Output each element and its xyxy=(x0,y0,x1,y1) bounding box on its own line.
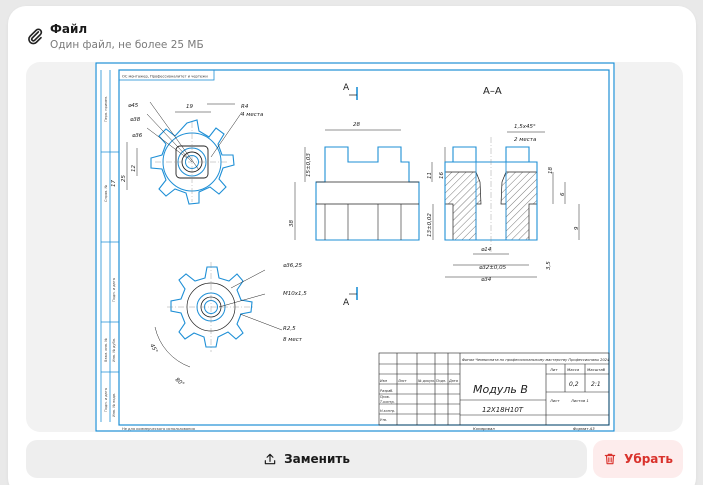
replace-label: Заменить xyxy=(284,452,350,466)
dim-d32: ⌀32±0,05 xyxy=(479,265,507,271)
tb-format: Формат A3 xyxy=(573,426,595,431)
tb-col-lit: Лит xyxy=(549,367,558,372)
header-note: ОС монтажер, Профессионалитет и чертежи xyxy=(122,75,208,79)
dim-h18: 18 xyxy=(548,167,554,174)
dim-h11: 11 xyxy=(427,172,433,179)
file-title: Файл xyxy=(50,22,88,36)
tb-row-2: № докум. xyxy=(417,379,435,383)
tb-material: 12Х18Н10Т xyxy=(482,406,524,414)
tb-col-scale: Масштаб xyxy=(587,367,606,372)
dim-chamfer-note: 2 места xyxy=(514,137,537,143)
dim-h9: 9 xyxy=(574,226,580,230)
tb-col-mass: Масса xyxy=(567,367,580,372)
drawing-sheet: ОС монтажер, Профессионалитет и чертежи … xyxy=(95,62,615,432)
side-note-3: Подп. и дата xyxy=(112,278,116,302)
tb-row-1: Лист xyxy=(397,379,408,383)
tb-row-6: Пров. xyxy=(380,395,390,399)
side-note-5: Взам. инв. № xyxy=(104,338,108,362)
tb-row-3: Подп. xyxy=(436,379,446,383)
tb-row-0: Изм xyxy=(380,379,387,383)
side-note-2: Справ. № xyxy=(104,185,108,202)
dim-d-outer: ⌀45 xyxy=(128,103,139,109)
tb-row-8: Н.контр. xyxy=(380,409,395,413)
section-label: A–A xyxy=(483,86,502,97)
dim-r25: R2,5 xyxy=(283,326,296,332)
tb-row-7: Т.контр. xyxy=(380,400,395,404)
dim-w28: 28 xyxy=(353,122,360,128)
remove-button[interactable]: Убрать xyxy=(593,440,683,478)
cut-label-top: A xyxy=(343,83,350,93)
tb-sheets: Листов 1 xyxy=(570,398,589,403)
trash-icon xyxy=(604,453,616,465)
upload-icon xyxy=(264,453,276,465)
dim-r4-note: 4 места xyxy=(241,112,264,118)
dim-left-17: 17 xyxy=(111,180,117,187)
dim-h16: 16 xyxy=(439,172,445,179)
dim-left-25: 25 xyxy=(121,175,127,182)
dim-width-19: 19 xyxy=(186,104,193,110)
dim-h13: 13±0,02 xyxy=(427,213,433,237)
side-note-7: Инв. № подл. xyxy=(112,393,116,417)
tb-row-9: Утв. xyxy=(380,418,387,422)
paperclip-icon xyxy=(28,28,43,45)
drawing-footer: Не для коммерческого использования xyxy=(122,427,195,431)
dim-r4: R4 xyxy=(241,104,249,110)
tb-mass: 0,2 xyxy=(569,381,579,388)
dim-d14: ⌀14 xyxy=(481,247,492,253)
dim-left-12: 12 xyxy=(131,165,137,172)
tb-org: Финал Чемпионата по профессиональному ма… xyxy=(462,358,610,362)
dim-chamfer: 1,5x45° xyxy=(514,124,536,130)
tb-sheet: Лист xyxy=(549,398,560,403)
tb-row-4: Дата xyxy=(448,379,458,383)
tb-copied: Копировал xyxy=(473,426,495,431)
dim-h35: 3,5 xyxy=(546,261,552,270)
side-note-1: Перв. примен. xyxy=(104,96,108,122)
remove-label: Убрать xyxy=(624,452,673,466)
dim-d-inner: ⌀36 xyxy=(132,133,143,139)
dim-d3625: ⌀36,25 xyxy=(283,263,303,269)
file-preview[interactable]: ОС монтажер, Профессионалитет и чертежи … xyxy=(26,62,683,432)
tb-row-5: Разраб. xyxy=(380,389,393,393)
file-subtitle: Один файл, не более 25 МБ xyxy=(50,39,204,51)
dim-thread: M10x1,5 xyxy=(283,291,307,297)
replace-button[interactable]: Заменить xyxy=(26,440,587,478)
dim-h6: 6 xyxy=(560,192,566,196)
dim-h38: 38 xyxy=(289,220,295,227)
side-note-6: Подп. и дата xyxy=(104,388,108,412)
tb-scale: 2:1 xyxy=(591,381,601,388)
dim-d-mid: ⌀38 xyxy=(130,117,141,123)
dim-h15: 15±0,03 xyxy=(306,153,312,177)
cut-label-bottom: A xyxy=(343,298,350,308)
tb-name: Модуль B xyxy=(473,383,528,396)
dim-r25-note: 8 мест xyxy=(283,337,303,343)
dim-d34: ⌀34 xyxy=(481,277,492,283)
side-note-4: Инв. № дубл. xyxy=(112,338,116,362)
